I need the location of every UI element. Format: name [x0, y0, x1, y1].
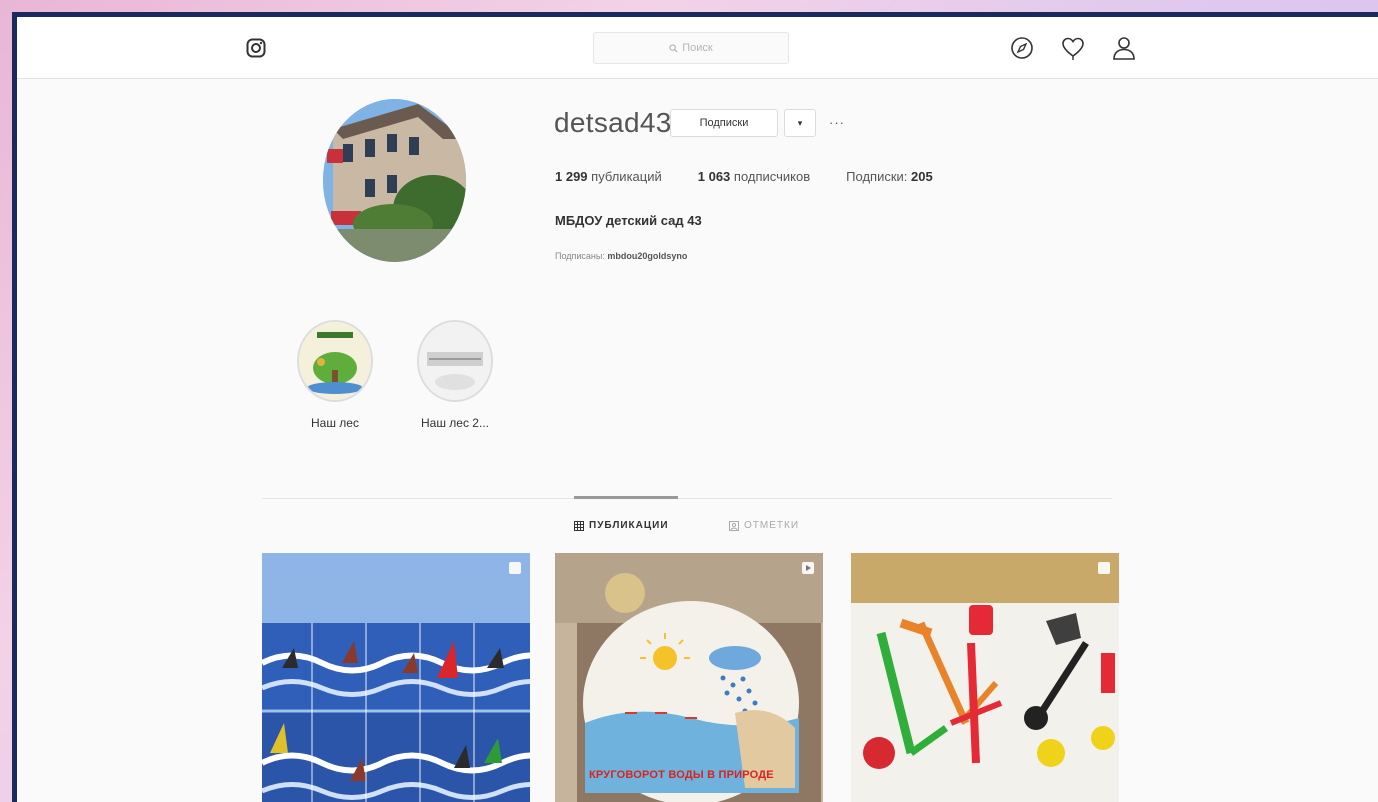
multi-image-icon — [1098, 562, 1110, 574]
multi-image-icon — [509, 562, 521, 574]
instagram-icon[interactable] — [246, 38, 266, 58]
posts-count-value: 1 299 — [555, 169, 588, 184]
tab-posts-label: ПУБЛИКАЦИИ — [589, 520, 669, 531]
post-thumbnail[interactable] — [851, 553, 1119, 802]
active-tab-indicator — [574, 496, 678, 499]
story-highlight-1[interactable]: Наш лес — [295, 320, 375, 430]
video-icon — [802, 562, 814, 574]
story-highlight-2[interactable]: Наш лес 2... — [415, 320, 495, 430]
profile-stats: 1 299 публикаций 1 063 подписчиков Подпи… — [555, 169, 969, 184]
tab-posts[interactable]: ПУБЛИКАЦИИ — [574, 520, 669, 531]
following-count-label: Подписки: — [846, 169, 908, 184]
highlight-cover — [297, 320, 373, 402]
profile-avatar[interactable] — [323, 99, 466, 262]
followers-count[interactable]: 1 063 подписчиков — [698, 169, 810, 184]
more-options-button[interactable]: ··· — [829, 115, 845, 130]
followers-count-label: подписчиков — [733, 169, 811, 184]
explore-icon[interactable] — [1009, 35, 1035, 61]
browser-frame: Поиск detsad43 Подписки ▾ ··· 1 299 публ… — [12, 12, 1378, 802]
tab-tagged[interactable]: ОТМЕТКИ — [729, 520, 799, 531]
top-navigation-bar: Поиск — [17, 17, 1378, 79]
search-input[interactable]: Поиск — [593, 32, 789, 64]
profile-username: detsad43 — [554, 107, 672, 138]
user-icon[interactable] — [1111, 35, 1137, 61]
follow-dropdown-button[interactable]: ▾ — [784, 109, 816, 137]
search-placeholder: Поиск — [682, 42, 713, 54]
post-caption: КРУГОВОРОТ ВОДЫ В ПРИРОДЕ — [589, 769, 774, 781]
posts-count-label: публикаций — [591, 169, 662, 184]
highlight-label: Наш лес 2... — [421, 416, 489, 430]
profile-full-name: МБДОУ детский сад 43 — [555, 213, 702, 228]
highlight-cover — [417, 320, 493, 402]
posts-count: 1 299 публикаций — [555, 169, 662, 184]
following-button[interactable]: Подписки — [670, 109, 778, 137]
followers-count-value: 1 063 — [697, 169, 731, 184]
tagged-icon — [729, 520, 739, 531]
search-icon — [669, 43, 678, 53]
tab-tagged-label: ОТМЕТКИ — [744, 520, 800, 531]
highlight-label: Наш лес — [311, 416, 359, 430]
following-count[interactable]: Подписки: 205 — [846, 169, 933, 184]
post-thumbnail[interactable] — [262, 553, 530, 802]
followed-by: Подписаны: mbdou20goldsyno — [555, 251, 687, 261]
forest-sketch-image — [419, 322, 491, 400]
followed-by-account[interactable]: mbdou20goldsyno — [607, 251, 687, 261]
heart-icon[interactable] — [1060, 35, 1086, 61]
grid-icon — [574, 520, 584, 531]
post-image-sailboats — [262, 553, 530, 802]
kindergarten-building-photo — [323, 99, 466, 262]
forest-poster-image — [299, 322, 371, 400]
following-count-value: 205 — [911, 169, 933, 184]
post-image-toys — [851, 553, 1119, 802]
post-thumbnail[interactable]: КРУГОВОРОТ ВОДЫ В ПРИРОДЕ — [555, 553, 823, 802]
post-image-water-cycle — [555, 553, 823, 802]
followed-by-prefix: Подписаны: — [555, 251, 605, 261]
tabs-divider — [262, 498, 1112, 499]
